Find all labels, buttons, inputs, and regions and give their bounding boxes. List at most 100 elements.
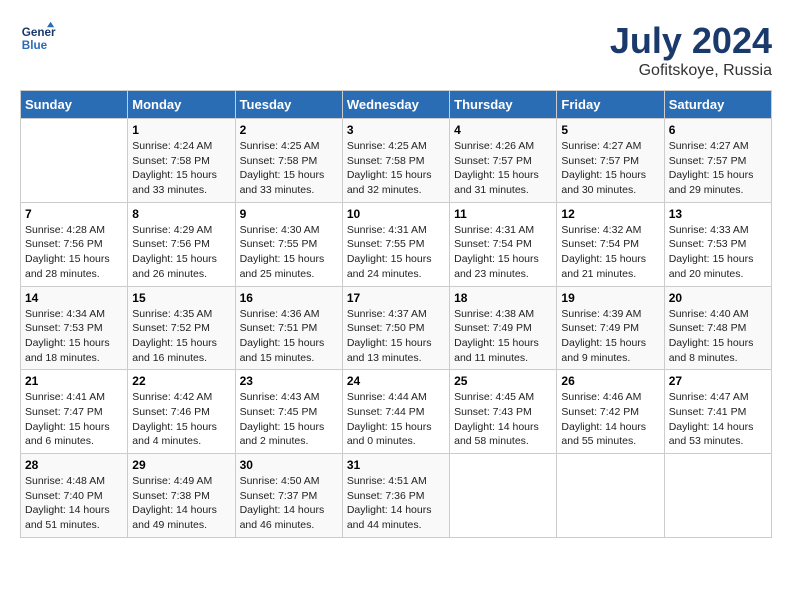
day-number: 26 bbox=[561, 374, 659, 388]
col-header-tuesday: Tuesday bbox=[235, 91, 342, 119]
main-title: July 2024 bbox=[610, 20, 772, 62]
col-header-monday: Monday bbox=[128, 91, 235, 119]
day-info: Sunrise: 4:24 AMSunset: 7:58 PMDaylight:… bbox=[132, 139, 230, 198]
day-cell: 7 Sunrise: 4:28 AMSunset: 7:56 PMDaylight… bbox=[21, 202, 128, 286]
col-header-sunday: Sunday bbox=[21, 91, 128, 119]
day-number: 18 bbox=[454, 291, 552, 305]
day-info: Sunrise: 4:41 AMSunset: 7:47 PMDaylight:… bbox=[25, 390, 123, 449]
day-number: 25 bbox=[454, 374, 552, 388]
day-info: Sunrise: 4:48 AMSunset: 7:40 PMDaylight:… bbox=[25, 474, 123, 533]
day-info: Sunrise: 4:32 AMSunset: 7:54 PMDaylight:… bbox=[561, 223, 659, 282]
day-info: Sunrise: 4:26 AMSunset: 7:57 PMDaylight:… bbox=[454, 139, 552, 198]
day-info: Sunrise: 4:50 AMSunset: 7:37 PMDaylight:… bbox=[240, 474, 338, 533]
day-number: 3 bbox=[347, 123, 445, 137]
svg-text:Blue: Blue bbox=[22, 39, 48, 52]
day-cell: 13 Sunrise: 4:33 AMSunset: 7:53 PMDayligh… bbox=[664, 202, 771, 286]
day-info: Sunrise: 4:31 AMSunset: 7:55 PMDaylight:… bbox=[347, 223, 445, 282]
day-cell: 5Sunrise: 4:27 AMSunset: 7:57 PMDaylight… bbox=[557, 119, 664, 203]
day-info: Sunrise: 4:35 AMSunset: 7:52 PMDaylight:… bbox=[132, 307, 230, 366]
day-info: Sunrise: 4:29 AMSunset: 7:56 PMDaylight:… bbox=[132, 223, 230, 282]
day-cell: 30 Sunrise: 4:50 AMSunset: 7:37 PMDayligh… bbox=[235, 454, 342, 538]
day-number: 30 bbox=[240, 458, 338, 472]
day-info: Sunrise: 4:46 AMSunset: 7:42 PMDaylight:… bbox=[561, 390, 659, 449]
day-cell: 10Sunrise: 4:31 AMSunset: 7:55 PMDayligh… bbox=[342, 202, 449, 286]
day-cell: 22Sunrise: 4:42 AMSunset: 7:46 PMDayligh… bbox=[128, 370, 235, 454]
day-number: 4 bbox=[454, 123, 552, 137]
day-number: 28 bbox=[25, 458, 123, 472]
day-cell: 16Sunrise: 4:36 AMSunset: 7:51 PMDayligh… bbox=[235, 286, 342, 370]
col-header-saturday: Saturday bbox=[664, 91, 771, 119]
week-row-5: 28 Sunrise: 4:48 AMSunset: 7:40 PMDayligh… bbox=[21, 454, 772, 538]
day-cell: 9 Sunrise: 4:30 AMSunset: 7:55 PMDaylight… bbox=[235, 202, 342, 286]
day-cell: 27Sunrise: 4:47 AMSunset: 7:41 PMDayligh… bbox=[664, 370, 771, 454]
day-cell: 28 Sunrise: 4:48 AMSunset: 7:40 PMDayligh… bbox=[21, 454, 128, 538]
day-number: 19 bbox=[561, 291, 659, 305]
day-number: 1 bbox=[132, 123, 230, 137]
day-cell: 24 Sunrise: 4:44 AMSunset: 7:44 PMDayligh… bbox=[342, 370, 449, 454]
day-cell bbox=[664, 454, 771, 538]
day-info: Sunrise: 4:40 AMSunset: 7:48 PMDaylight:… bbox=[669, 307, 767, 366]
day-info: Sunrise: 4:45 AMSunset: 7:43 PMDaylight:… bbox=[454, 390, 552, 449]
day-number: 14 bbox=[25, 291, 123, 305]
subtitle: Gofitskoye, Russia bbox=[610, 62, 772, 80]
day-info: Sunrise: 4:31 AMSunset: 7:54 PMDaylight:… bbox=[454, 223, 552, 282]
day-cell bbox=[21, 119, 128, 203]
logo: General Blue bbox=[20, 20, 56, 56]
day-cell: 12Sunrise: 4:32 AMSunset: 7:54 PMDayligh… bbox=[557, 202, 664, 286]
title-area: July 2024 Gofitskoye, Russia bbox=[610, 20, 772, 80]
col-header-friday: Friday bbox=[557, 91, 664, 119]
day-number: 20 bbox=[669, 291, 767, 305]
col-header-wednesday: Wednesday bbox=[342, 91, 449, 119]
day-number: 29 bbox=[132, 458, 230, 472]
day-number: 2 bbox=[240, 123, 338, 137]
day-info: Sunrise: 4:25 AMSunset: 7:58 PMDaylight:… bbox=[240, 139, 338, 198]
day-info: Sunrise: 4:30 AMSunset: 7:55 PMDaylight:… bbox=[240, 223, 338, 282]
day-cell: 21 Sunrise: 4:41 AMSunset: 7:47 PMDayligh… bbox=[21, 370, 128, 454]
day-cell: 11 Sunrise: 4:31 AMSunset: 7:54 PMDayligh… bbox=[450, 202, 557, 286]
day-number: 21 bbox=[25, 374, 123, 388]
calendar-table: SundayMondayTuesdayWednesdayThursdayFrid… bbox=[20, 90, 772, 538]
day-cell: 23Sunrise: 4:43 AMSunset: 7:45 PMDayligh… bbox=[235, 370, 342, 454]
day-cell bbox=[557, 454, 664, 538]
day-info: Sunrise: 4:28 AMSunset: 7:56 PMDaylight:… bbox=[25, 223, 123, 282]
day-info: Sunrise: 4:47 AMSunset: 7:41 PMDaylight:… bbox=[669, 390, 767, 449]
day-info: Sunrise: 4:27 AMSunset: 7:57 PMDaylight:… bbox=[669, 139, 767, 198]
day-cell: 2 Sunrise: 4:25 AMSunset: 7:58 PMDaylight… bbox=[235, 119, 342, 203]
day-number: 7 bbox=[25, 207, 123, 221]
day-cell: 26 Sunrise: 4:46 AMSunset: 7:42 PMDayligh… bbox=[557, 370, 664, 454]
day-number: 13 bbox=[669, 207, 767, 221]
day-number: 6 bbox=[669, 123, 767, 137]
day-cell: 8Sunrise: 4:29 AMSunset: 7:56 PMDaylight… bbox=[128, 202, 235, 286]
week-row-3: 14Sunrise: 4:34 AMSunset: 7:53 PMDayligh… bbox=[21, 286, 772, 370]
day-info: Sunrise: 4:39 AMSunset: 7:49 PMDaylight:… bbox=[561, 307, 659, 366]
day-info: Sunrise: 4:33 AMSunset: 7:53 PMDaylight:… bbox=[669, 223, 767, 282]
day-cell: 31Sunrise: 4:51 AMSunset: 7:36 PMDayligh… bbox=[342, 454, 449, 538]
day-cell: 17 Sunrise: 4:37 AMSunset: 7:50 PMDayligh… bbox=[342, 286, 449, 370]
day-cell: 15Sunrise: 4:35 AMSunset: 7:52 PMDayligh… bbox=[128, 286, 235, 370]
day-info: Sunrise: 4:38 AMSunset: 7:49 PMDaylight:… bbox=[454, 307, 552, 366]
day-number: 22 bbox=[132, 374, 230, 388]
day-number: 24 bbox=[347, 374, 445, 388]
day-cell: 19 Sunrise: 4:39 AMSunset: 7:49 PMDayligh… bbox=[557, 286, 664, 370]
day-cell: 14Sunrise: 4:34 AMSunset: 7:53 PMDayligh… bbox=[21, 286, 128, 370]
day-number: 11 bbox=[454, 207, 552, 221]
week-row-4: 21 Sunrise: 4:41 AMSunset: 7:47 PMDayligh… bbox=[21, 370, 772, 454]
day-info: Sunrise: 4:37 AMSunset: 7:50 PMDaylight:… bbox=[347, 307, 445, 366]
day-cell: 6 Sunrise: 4:27 AMSunset: 7:57 PMDaylight… bbox=[664, 119, 771, 203]
day-info: Sunrise: 4:51 AMSunset: 7:36 PMDaylight:… bbox=[347, 474, 445, 533]
day-info: Sunrise: 4:44 AMSunset: 7:44 PMDaylight:… bbox=[347, 390, 445, 449]
day-cell: 20 Sunrise: 4:40 AMSunset: 7:48 PMDayligh… bbox=[664, 286, 771, 370]
day-cell: 29 Sunrise: 4:49 AMSunset: 7:38 PMDayligh… bbox=[128, 454, 235, 538]
day-number: 9 bbox=[240, 207, 338, 221]
day-info: Sunrise: 4:49 AMSunset: 7:38 PMDaylight:… bbox=[132, 474, 230, 533]
day-number: 23 bbox=[240, 374, 338, 388]
day-cell bbox=[450, 454, 557, 538]
week-row-2: 7 Sunrise: 4:28 AMSunset: 7:56 PMDaylight… bbox=[21, 202, 772, 286]
logo-icon: General Blue bbox=[20, 20, 56, 56]
day-cell: 4 Sunrise: 4:26 AMSunset: 7:57 PMDaylight… bbox=[450, 119, 557, 203]
day-cell: 3 Sunrise: 4:25 AMSunset: 7:58 PMDaylight… bbox=[342, 119, 449, 203]
day-number: 17 bbox=[347, 291, 445, 305]
day-info: Sunrise: 4:25 AMSunset: 7:58 PMDaylight:… bbox=[347, 139, 445, 198]
day-cell: 1 Sunrise: 4:24 AMSunset: 7:58 PMDaylight… bbox=[128, 119, 235, 203]
day-cell: 18 Sunrise: 4:38 AMSunset: 7:49 PMDayligh… bbox=[450, 286, 557, 370]
